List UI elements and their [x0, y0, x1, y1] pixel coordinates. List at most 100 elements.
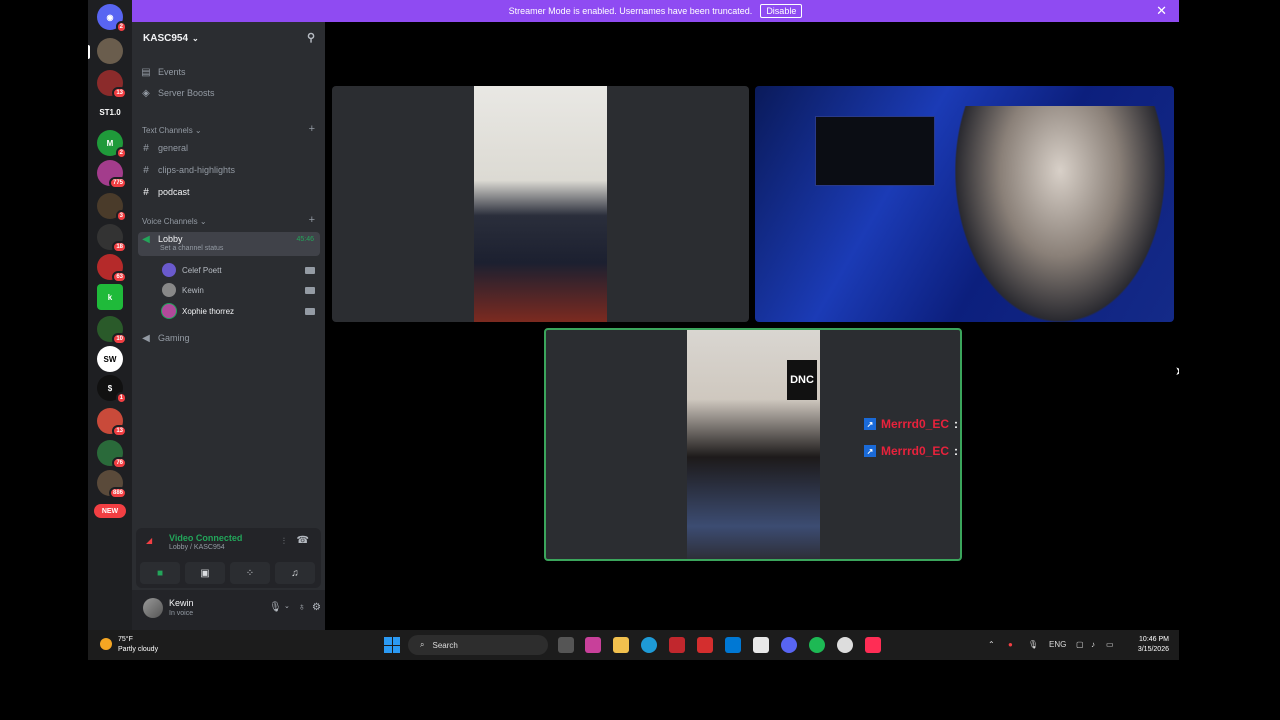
text-channels-category[interactable]: Text Channels ⌄ [142, 126, 202, 135]
outlook-icon[interactable] [725, 637, 741, 653]
video-tile[interactable] [332, 86, 749, 322]
settings-gear-icon[interactable]: ⚙ [312, 602, 321, 613]
mcafee-icon[interactable] [669, 637, 685, 653]
server-icon[interactable]: 18 [97, 224, 127, 253]
headphones-icon[interactable]: ♁ [298, 602, 306, 613]
hash-icon: # [143, 186, 149, 198]
voice-status[interactable]: Video Connected [169, 533, 242, 543]
invite-icon[interactable]: ⚲ [307, 31, 315, 44]
server-icon[interactable]: 3 [97, 193, 127, 222]
voice-channels-category[interactable]: Voice Channels ⌄ [142, 217, 207, 226]
add-channel-icon[interactable]: + [309, 123, 315, 135]
soundboard-button[interactable]: ♫ [275, 562, 315, 584]
user-panel: Kewin In voice 🎙 ⌄ ♁ ⚙ [132, 590, 325, 630]
server-icon[interactable]: k [97, 284, 123, 310]
server-icon-st[interactable]: ST1.0 [97, 99, 123, 125]
camera-button[interactable]: ■ [140, 562, 180, 584]
server-icon[interactable]: 63 [97, 254, 127, 283]
channel-clips-and-highlights[interactable]: # clips-and-highlights [138, 160, 320, 180]
weather-icon[interactable] [100, 638, 112, 650]
voice-user[interactable]: Xophie thorrez [162, 302, 234, 320]
events-link[interactable]: ▤ Events [138, 62, 320, 82]
server-icon[interactable]: M2 [97, 130, 127, 159]
system-clock[interactable]: 10:46 PM 3/15/2026 [1138, 635, 1169, 655]
voice-channel-lobby[interactable]: ◀ Lobby 45:46 Set a channel status [138, 232, 320, 256]
close-icon[interactable]: ✕ [1156, 3, 1167, 19]
server-icon[interactable]: 76 [97, 440, 127, 469]
temperature: 75°F [118, 636, 133, 643]
avatar [162, 263, 176, 277]
server-icon[interactable]: 886 [97, 470, 127, 499]
store-icon[interactable] [753, 637, 769, 653]
discord-home-icon[interactable]: ◉ 2 [97, 4, 127, 33]
search-label: Search [432, 640, 458, 650]
network-icon[interactable]: ▢ [1076, 640, 1084, 649]
chevron-down-icon[interactable]: ⌄ [284, 602, 290, 610]
disable-button[interactable]: Disable [760, 4, 803, 18]
category-label: Text Channels [142, 126, 193, 135]
battery-icon[interactable]: ▭ [1106, 640, 1114, 649]
weather-widget[interactable]: 75°F Partly cloudy [118, 635, 158, 655]
server-header[interactable]: KASC954 ⌄ ⚲ [132, 22, 325, 54]
server-icon[interactable]: 13 [97, 70, 127, 99]
server-icon[interactable]: 10 [97, 316, 127, 345]
noise-suppression-icon[interactable]: ⫶ [283, 536, 285, 547]
task-view-icon[interactable] [558, 637, 574, 653]
voice-channel-gaming[interactable]: ◀ Gaming [138, 328, 320, 348]
badge: 18 [112, 241, 127, 253]
microphone-icon[interactable]: 🎙 [269, 602, 282, 613]
tray-icon[interactable]: ● [1008, 640, 1013, 649]
channel-label: podcast [158, 187, 190, 197]
discord-window: ◉ 2 13 ST1.0 M2 775 3 18 63 k 10 SW $1 13… [88, 0, 1179, 660]
hash-icon: # [143, 164, 149, 176]
video-tile[interactable] [755, 86, 1174, 322]
user-name[interactable]: Kewin [169, 598, 194, 608]
badge: 76 [112, 457, 127, 469]
activities-button[interactable]: ⁘ [230, 562, 270, 584]
taskbar-search[interactable]: ⌕ Search [408, 635, 548, 655]
voice-location[interactable]: Lobby / KASC954 [169, 544, 225, 551]
app-icon[interactable] [697, 637, 713, 653]
voice-user-name: Xophie thorrez [182, 306, 235, 316]
camera-icon [305, 308, 315, 315]
calendar-icon: ▤ [141, 66, 151, 78]
add-channel-icon[interactable]: + [309, 214, 315, 226]
voice-user-name: Kewin [182, 285, 204, 295]
voice-user[interactable]: Kewin [162, 281, 204, 299]
microphone-icon[interactable]: 🎙 [1028, 640, 1038, 649]
discord-icon[interactable] [781, 637, 797, 653]
badge: 3 [115, 210, 127, 222]
rank-icon: ↗ [864, 445, 876, 457]
tiktok-icon[interactable] [865, 637, 881, 653]
badge: 63 [112, 271, 127, 283]
server-icon[interactable]: $1 [97, 375, 127, 404]
screen-share-button[interactable]: ▣ [185, 562, 225, 584]
server-boosts-link[interactable]: ◈ Server Boosts [138, 83, 320, 103]
server-icon[interactable]: SW [97, 346, 123, 372]
rank-icon: ↗ [864, 418, 876, 430]
channel-podcast[interactable]: # podcast [138, 182, 320, 202]
server-icon[interactable]: 13 [97, 408, 127, 437]
server-icon[interactable]: 775 [97, 160, 127, 189]
volume-icon[interactable]: ♪ [1091, 640, 1095, 649]
video-feed [815, 116, 935, 186]
badge: 886 [108, 487, 127, 499]
channel-general[interactable]: # general [138, 138, 320, 158]
avatar [162, 283, 176, 297]
chrome-icon[interactable] [837, 637, 853, 653]
voice-user[interactable]: Celef Poett [162, 261, 222, 279]
server-icon-kasc954[interactable] [97, 38, 123, 64]
spotify-icon[interactable] [809, 637, 825, 653]
channel-status[interactable]: Set a channel status [160, 245, 223, 252]
chat-username: Merrrd0_EC [881, 417, 950, 431]
file-explorer-icon[interactable] [613, 637, 629, 653]
video-tile-speaking[interactable]: DNC ↗ Merrrd0_EC : ↗ Merrrd0_EC : [544, 328, 962, 561]
language-indicator[interactable]: ENG [1049, 640, 1066, 649]
chevron-up-icon[interactable]: ⌃ [988, 640, 995, 649]
copilot-icon[interactable] [585, 637, 601, 653]
windows-start-icon[interactable] [384, 637, 400, 653]
avatar[interactable] [143, 598, 163, 618]
disconnect-icon[interactable]: ☎ [297, 535, 309, 546]
edge-icon[interactable] [641, 637, 657, 653]
video-feed: DNC [687, 330, 820, 559]
